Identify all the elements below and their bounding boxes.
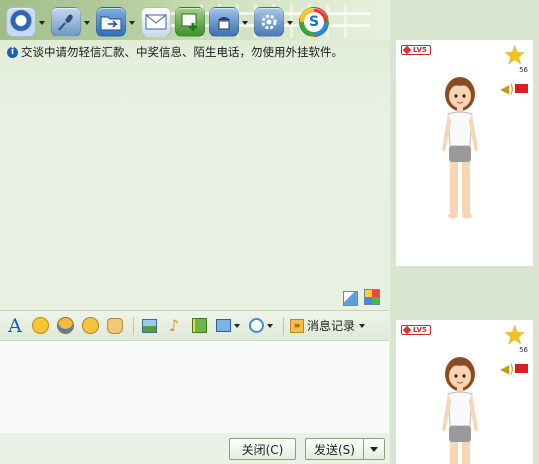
profile-card-contact: LV5 ★ 56 ◀)	[396, 40, 533, 266]
hand-icon	[107, 317, 123, 334]
settings-icon	[254, 7, 284, 37]
toolbar-divider	[133, 316, 134, 335]
soso-button[interactable]: S	[299, 6, 329, 38]
image-icon	[141, 318, 157, 333]
message-history-button[interactable]: ≡ 消息记录	[290, 317, 366, 334]
message-display-area[interactable]	[0, 60, 389, 310]
speaker-icon[interactable]: ◀)	[500, 362, 514, 376]
video-call-button[interactable]	[6, 6, 47, 38]
gesture-button[interactable]	[104, 315, 126, 337]
settings-button[interactable]	[254, 6, 295, 38]
microphone-icon	[51, 7, 81, 37]
mute-indicator-icon[interactable]	[515, 84, 528, 93]
add-application-button[interactable]	[175, 6, 205, 38]
info-icon: i	[7, 46, 18, 58]
soso-icon: S	[299, 7, 329, 37]
mail-icon	[141, 7, 171, 37]
avatar[interactable]	[434, 70, 486, 258]
level-badge: LV5	[401, 325, 431, 335]
security-notice: i 交谈中请勿轻信汇款、中奖信息、陌生电话，勿使用外挂软件。	[7, 44, 343, 60]
send-image-button[interactable]	[138, 315, 160, 337]
star-level-number: 56	[519, 66, 528, 74]
chevron-down-icon[interactable]	[359, 323, 366, 328]
chevron-down-icon[interactable]	[128, 18, 137, 27]
format-toolbar: A ♪ ≡ 消息记录	[0, 310, 389, 340]
chevron-down-icon[interactable]	[83, 18, 92, 27]
toolbar-divider	[283, 316, 284, 335]
mute-indicator-icon[interactable]	[515, 364, 528, 373]
avatar[interactable]	[434, 350, 486, 464]
screenshot-icon	[216, 319, 231, 332]
shake-face-icon	[79, 314, 101, 337]
message-input[interactable]	[0, 340, 389, 433]
send-button[interactable]: 发送(S)	[305, 438, 363, 460]
screenshot-button[interactable]	[213, 315, 243, 337]
soso-expression-button[interactable]	[246, 315, 276, 337]
close-button[interactable]: 关闭(C)	[229, 438, 296, 460]
speaker-icon[interactable]: ◀)	[500, 82, 514, 96]
soso-small-icon	[249, 318, 264, 333]
history-icon: ≡	[290, 318, 304, 333]
send-mail-button[interactable]	[141, 6, 171, 38]
emoticon-button[interactable]	[29, 315, 51, 337]
smiley-icon	[31, 317, 49, 334]
chat-window: S i 交谈中请勿轻信汇款、中奖信息、陌生电话，勿使用外挂软件。 A ♪ ≡ 消…	[0, 0, 539, 464]
font-settings-button[interactable]: A	[4, 315, 26, 337]
chevron-down-icon[interactable]	[286, 18, 295, 27]
music-note-icon: ♪	[168, 316, 180, 335]
main-toolbar: S	[6, 5, 333, 39]
skin-palette-icon[interactable]	[364, 289, 380, 305]
folder-transfer-icon	[96, 7, 126, 37]
message-history-label: 消息记录	[307, 319, 356, 333]
file-transfer-button[interactable]	[96, 6, 137, 38]
security-notice-text: 交谈中请勿轻信汇款、中奖信息、陌生电话，勿使用外挂软件。	[21, 45, 343, 59]
chevron-down-icon[interactable]	[234, 323, 240, 328]
profile-card-self: LV5 ★ 56 ◀)	[396, 320, 533, 464]
contacts-button[interactable]	[209, 6, 250, 38]
chevron-down-icon[interactable]	[241, 18, 250, 27]
voice-call-button[interactable]	[51, 6, 92, 38]
shake-window-button[interactable]	[79, 314, 101, 337]
star-level-number: 56	[519, 346, 528, 354]
music-button[interactable]: ♪	[163, 315, 185, 337]
video-icon	[6, 7, 36, 37]
resize-window-icon[interactable]	[343, 291, 358, 306]
gift-button[interactable]	[188, 315, 210, 337]
gift-icon	[191, 318, 207, 333]
level-badge: LV5	[401, 45, 431, 55]
send-options-button[interactable]	[363, 438, 385, 460]
chevron-down-icon[interactable]	[267, 323, 273, 328]
contacts-icon	[209, 7, 239, 37]
magic-face-icon	[56, 317, 74, 334]
add-app-icon	[175, 7, 205, 37]
magic-emoticon-button[interactable]	[54, 315, 76, 337]
chevron-down-icon[interactable]	[38, 18, 47, 27]
